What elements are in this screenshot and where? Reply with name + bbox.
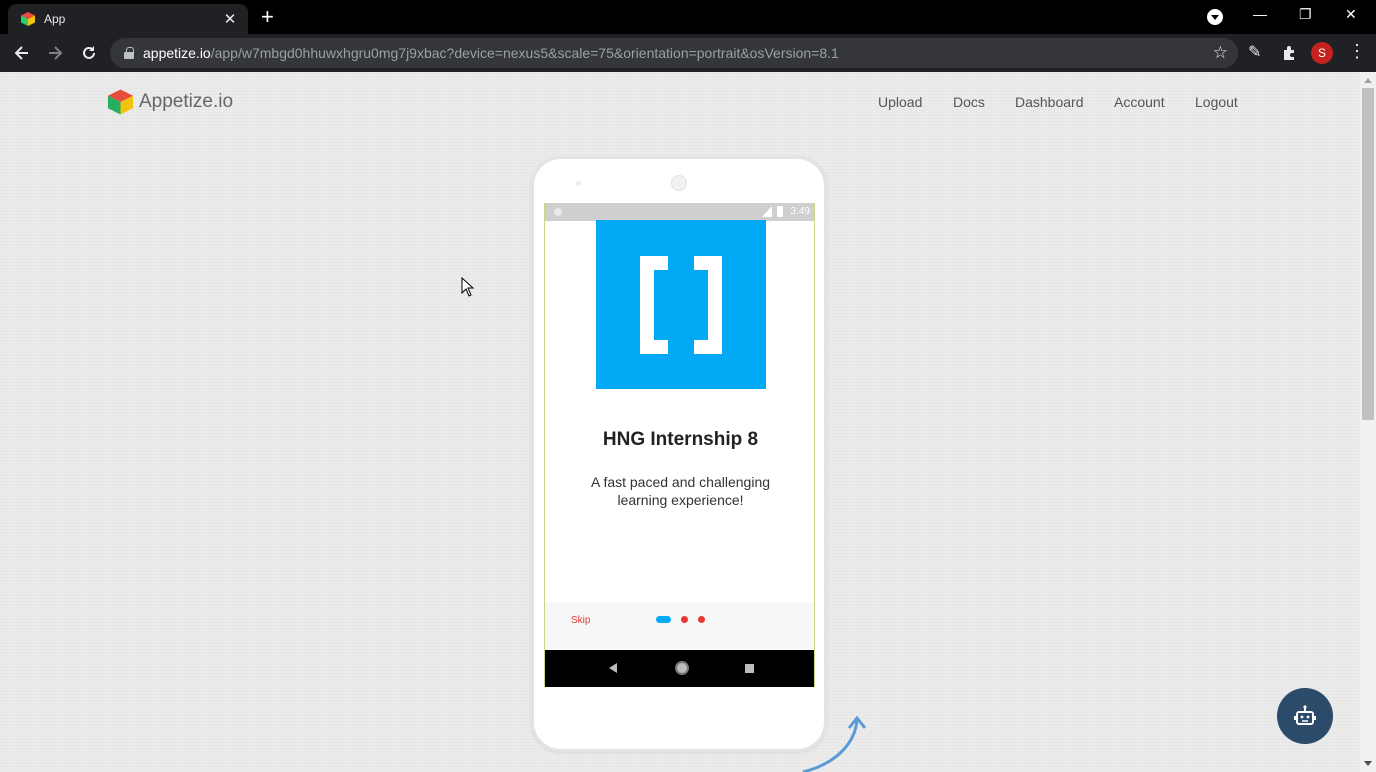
profile-menu-icon[interactable] bbox=[1207, 9, 1223, 25]
scroll-up-arrow-icon[interactable] bbox=[1364, 78, 1372, 83]
maximize-button[interactable]: ❐ bbox=[1299, 6, 1312, 23]
forward-arrow-icon[interactable] bbox=[43, 43, 67, 63]
minimize-button[interactable]: — bbox=[1253, 6, 1267, 22]
notification-icon bbox=[554, 208, 562, 216]
close-window-button[interactable]: ✕ bbox=[1345, 6, 1357, 23]
app-logo-image bbox=[596, 220, 766, 389]
battery-icon bbox=[777, 206, 783, 217]
page-indicator-dot bbox=[698, 616, 705, 623]
page-indicator-dot bbox=[681, 616, 688, 623]
chat-support-button[interactable] bbox=[1277, 688, 1333, 744]
onboarding-subtitle: A fast paced and challenging learning ex… bbox=[590, 474, 771, 508]
nav-dashboard[interactable]: Dashboard bbox=[1015, 94, 1084, 110]
android-recents-icon[interactable] bbox=[745, 664, 754, 673]
device-screen[interactable]: 3:49 HNG Internship 8 A fast paced and c… bbox=[544, 203, 815, 687]
url-path: /app/w7mbgd0hhuwxhgru0mg7j9xbac?device=n… bbox=[210, 45, 839, 61]
extensions-icon[interactable] bbox=[1281, 44, 1299, 62]
tab-title: App bbox=[44, 12, 66, 26]
nav-logout[interactable]: Logout bbox=[1195, 94, 1238, 110]
phone-camera bbox=[671, 175, 687, 191]
lock-icon[interactable] bbox=[124, 47, 134, 59]
signal-icon bbox=[762, 206, 772, 217]
tab-close-icon[interactable]: ✕ bbox=[218, 10, 242, 28]
appetize-favicon-icon bbox=[21, 12, 35, 26]
android-nav-bar bbox=[545, 650, 814, 687]
device-frame: 3:49 HNG Internship 8 A fast paced and c… bbox=[531, 156, 827, 752]
pen-icon[interactable]: ✎ bbox=[1248, 42, 1261, 62]
nav-account[interactable]: Account bbox=[1114, 94, 1165, 110]
new-tab-button[interactable]: + bbox=[261, 5, 274, 29]
android-status-bar: 3:49 bbox=[545, 203, 814, 221]
profile-avatar[interactable]: S bbox=[1311, 42, 1333, 64]
browser-title-bar: App ✕ + — ❐ ✕ bbox=[0, 0, 1376, 34]
rotate-arrow-icon[interactable] bbox=[795, 714, 875, 772]
page-scrollbar[interactable] bbox=[1360, 72, 1376, 772]
onboarding-footer: Skip bbox=[545, 603, 814, 649]
browser-toolbar: appetize.io /app/w7mbgd0hhuwxhgru0mg7j9x… bbox=[0, 34, 1376, 72]
left-bracket-icon bbox=[640, 256, 668, 354]
right-bracket-icon bbox=[694, 256, 722, 354]
nav-docs[interactable]: Docs bbox=[953, 94, 985, 110]
page-indicator-active bbox=[656, 616, 671, 623]
scroll-down-arrow-icon[interactable] bbox=[1364, 761, 1372, 766]
skip-button[interactable]: Skip bbox=[571, 615, 590, 626]
address-bar[interactable]: appetize.io /app/w7mbgd0hhuwxhgru0mg7j9x… bbox=[110, 38, 1238, 68]
appetize-cube-icon bbox=[107, 89, 134, 115]
site-logo[interactable]: Appetize.io bbox=[107, 88, 233, 116]
brand-name: Appetize.io bbox=[139, 91, 234, 112]
android-back-icon[interactable] bbox=[609, 663, 617, 673]
nav-upload[interactable]: Upload bbox=[878, 94, 922, 110]
kebab-menu-icon[interactable]: ⋮ bbox=[1348, 41, 1366, 62]
appetize-page: Appetize.io Upload Docs Dashboard Accoun… bbox=[0, 72, 1360, 772]
scroll-thumb[interactable] bbox=[1362, 88, 1374, 420]
browser-tab[interactable]: App ✕ bbox=[8, 4, 248, 34]
robot-icon bbox=[1294, 705, 1316, 725]
star-icon[interactable]: ☆ bbox=[1213, 43, 1228, 63]
reload-icon[interactable] bbox=[77, 43, 101, 63]
android-home-icon[interactable] bbox=[675, 661, 689, 675]
status-time: 3:49 bbox=[790, 206, 810, 217]
url-host: appetize.io bbox=[143, 45, 211, 61]
onboarding-title: HNG Internship 8 bbox=[602, 429, 759, 450]
phone-sensor bbox=[576, 181, 581, 186]
back-arrow-icon[interactable] bbox=[10, 43, 34, 63]
mouse-cursor-icon bbox=[461, 277, 475, 297]
